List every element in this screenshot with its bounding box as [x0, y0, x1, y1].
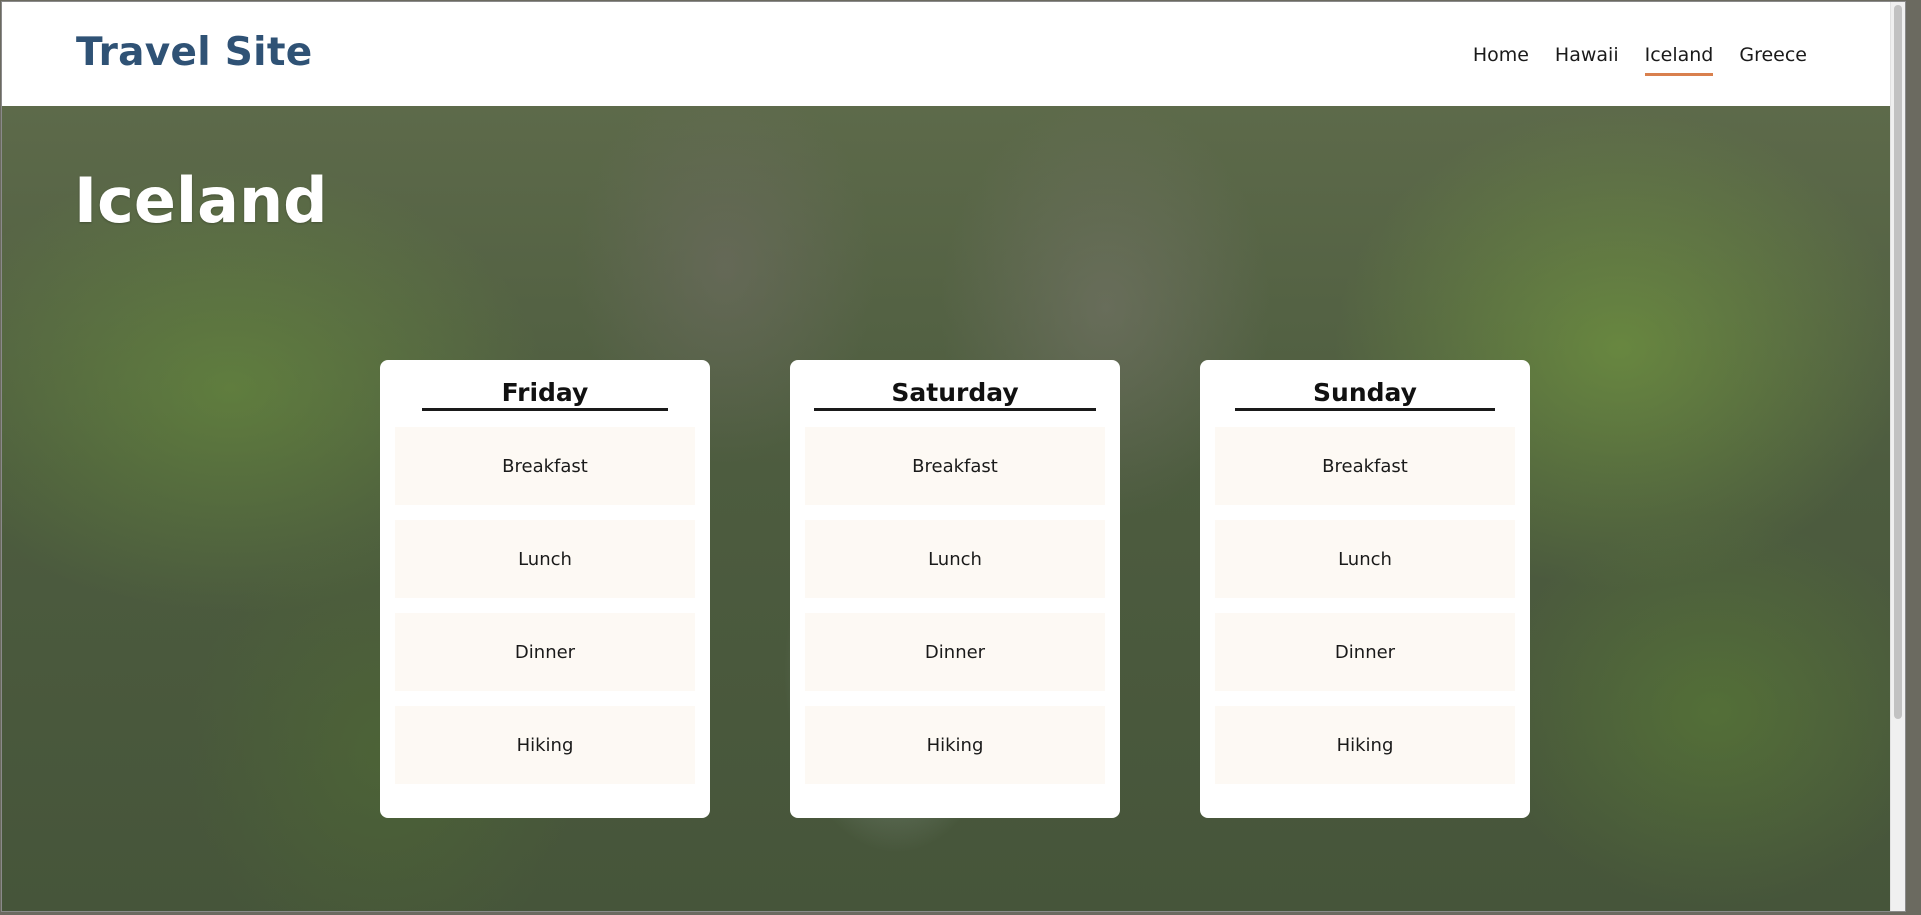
hero-section: Iceland Friday Breakfast Lunch Dinner Hi… [2, 106, 1905, 911]
day-card-friday: Friday Breakfast Lunch Dinner Hiking [380, 360, 710, 818]
activity-item[interactable]: Dinner [805, 613, 1105, 691]
heading-underline [1235, 408, 1495, 411]
day-heading: Friday [501, 378, 589, 407]
activity-item[interactable]: Breakfast [805, 427, 1105, 505]
day-heading: Saturday [891, 378, 1019, 407]
activity-item[interactable]: Dinner [1215, 613, 1515, 691]
activity-item[interactable]: Hiking [395, 706, 695, 784]
nav-hawaii[interactable]: Hawaii [1555, 44, 1619, 76]
day-card-sunday: Sunday Breakfast Lunch Dinner Hiking [1200, 360, 1530, 818]
activity-item[interactable]: Breakfast [1215, 427, 1515, 505]
main-nav: Home Hawaii Iceland Greece [1447, 44, 1807, 76]
day-heading: Sunday [1313, 378, 1417, 407]
site-title[interactable]: Travel Site [76, 30, 313, 75]
day-card-saturday: Saturday Breakfast Lunch Dinner Hiking [790, 360, 1120, 818]
activity-item[interactable]: Hiking [805, 706, 1105, 784]
activity-item[interactable]: Breakfast [395, 427, 695, 505]
activity-item[interactable]: Lunch [805, 520, 1105, 598]
site-header: Travel Site Home Hawaii Iceland Greece [2, 2, 1905, 106]
nav-home[interactable]: Home [1473, 44, 1529, 76]
heading-underline [814, 408, 1096, 411]
activity-item[interactable]: Lunch [395, 520, 695, 598]
activity-item[interactable]: Lunch [1215, 520, 1515, 598]
scrollbar-thumb[interactable] [1894, 5, 1902, 719]
nav-iceland[interactable]: Iceland [1644, 44, 1713, 76]
heading-underline [422, 408, 668, 411]
page-title: Iceland [74, 164, 328, 237]
nav-greece[interactable]: Greece [1739, 44, 1807, 76]
activity-item[interactable]: Hiking [1215, 706, 1515, 784]
browser-viewport: Travel Site Home Hawaii Iceland Greece I… [1, 1, 1906, 912]
activity-item[interactable]: Dinner [395, 613, 695, 691]
vertical-scrollbar[interactable] [1890, 2, 1905, 911]
